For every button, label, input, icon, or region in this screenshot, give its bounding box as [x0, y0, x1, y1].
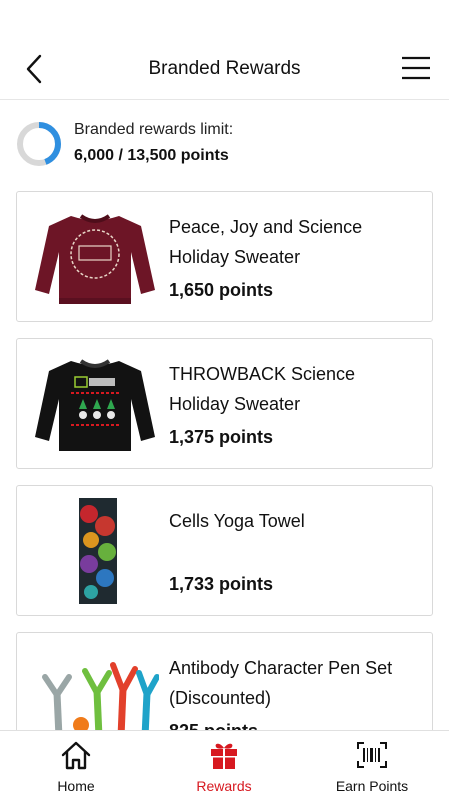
rewards-limit-summary: Branded rewards limit: 6,000 / 13,500 po…: [16, 118, 436, 170]
reward-name: Cells Yoga Towel: [169, 511, 305, 531]
tab-rewards[interactable]: Rewards: [149, 731, 299, 800]
app-header: Branded Rewards: [0, 38, 449, 100]
antibody-pens-image: [42, 662, 159, 730]
tab-home[interactable]: Home: [1, 731, 151, 800]
hamburger-menu-icon: [402, 56, 430, 80]
reward-name: Antibody Character Pen Set (Discounted): [169, 658, 393, 708]
home-icon: [61, 741, 91, 770]
black-sweater-image: [35, 359, 155, 451]
reward-name: Peace, Joy and Science Holiday Sweater: [169, 217, 363, 267]
gift-icon: [211, 743, 237, 769]
tab-label: Earn Points: [335, 778, 409, 794]
limit-value: 6,000 / 13,500 points: [74, 147, 229, 164]
reward-points: 1,733 points: [169, 574, 274, 594]
limit-label: Branded rewards limit:: [74, 121, 234, 138]
tab-label: Home: [57, 778, 95, 794]
barcode-icon: [357, 742, 387, 768]
limit-progress-ring: [17, 122, 61, 166]
bottom-tab-bar: Home Rewards Earn Points: [0, 730, 449, 800]
reward-card[interactable]: Peace, Joy and Science Holiday Sweater 1…: [16, 191, 433, 322]
reward-card[interactable]: THROWBACK Science Holiday Sweater 1,375 …: [16, 338, 433, 469]
reward-card[interactable]: Cells Yoga Towel 1,733 points: [16, 485, 433, 616]
tab-earn-points[interactable]: Earn Points: [297, 731, 447, 800]
page-title: Branded Rewards: [148, 58, 301, 79]
tab-label: Rewards: [196, 778, 252, 794]
maroon-sweater-image: [35, 214, 155, 304]
reward-name: THROWBACK Science Holiday Sweater: [169, 364, 356, 414]
reward-points: 1,650 points: [169, 280, 274, 300]
menu-button[interactable]: [401, 55, 431, 81]
reward-card[interactable]: Antibody Character Pen Set (Discounted) …: [16, 632, 433, 730]
yoga-towel-image: [79, 498, 117, 604]
reward-points: 825 points: [169, 721, 258, 730]
reward-points: 1,375 points: [169, 427, 274, 447]
rewards-list: Peace, Joy and Science Holiday Sweater 1…: [16, 191, 433, 730]
